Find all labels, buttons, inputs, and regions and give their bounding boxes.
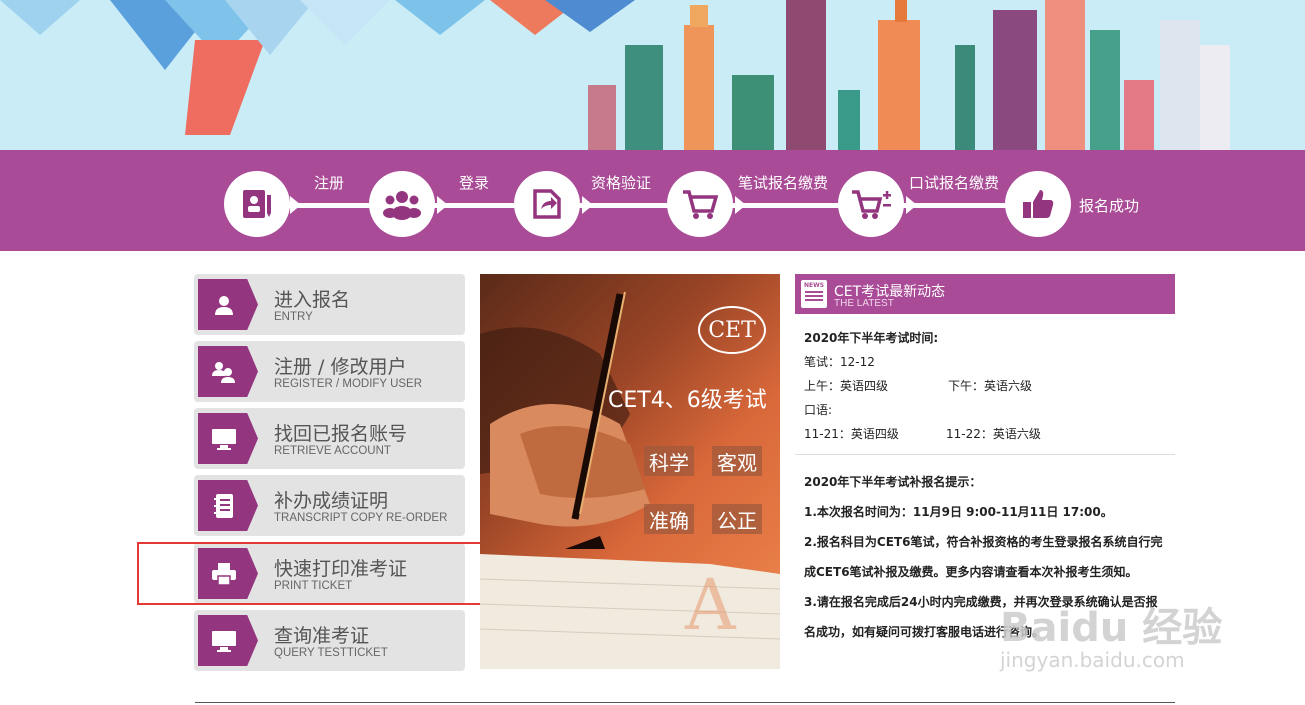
- step-arrow: [582, 196, 593, 214]
- svg-text:A: A: [684, 564, 737, 646]
- menu-subtitle: RETRIEVE ACCOUNT: [274, 445, 391, 457]
- step-arrow: [437, 196, 448, 214]
- menu-subtitle: TRANSCRIPT COPY RE-ORDER: [274, 512, 448, 524]
- step-label-success: 报名成功: [1079, 197, 1140, 215]
- news-item-2a: 2.报名科目为CET6笔试，符合补报资格的考生登录报名系统自行完: [804, 535, 1163, 549]
- step-label-oral-payment: 口试报名缴费: [909, 174, 1000, 192]
- step-label-login: 登录: [459, 174, 490, 192]
- news-oral-day2: 11-22：英语六级: [946, 427, 1041, 441]
- news-item-1: 1.本次报名时间为：11月9日 9:00-11月11日 17:00。: [804, 505, 1113, 519]
- step-label-verify: 资格验证: [591, 174, 652, 192]
- news-morning-exam: 上午：英语四级: [804, 379, 889, 393]
- news-divider: [795, 454, 1175, 455]
- news-exam-time-heading: 2020年下半年考试时间:: [804, 331, 939, 345]
- menu-subtitle: QUERY TESTTICKET: [274, 647, 388, 659]
- menu-title: 补办成绩证明: [274, 490, 389, 512]
- menu-title: 进入报名: [274, 289, 351, 311]
- news-written-date: 笔试：12-12: [804, 355, 875, 369]
- menu-transcript-button[interactable]: 补办成绩证明 TRANSCRIPT COPY RE-ORDER: [194, 475, 465, 536]
- registration-form-icon: [243, 190, 271, 218]
- news-item-2b: 成CET6笔试补报及缴费。更多内容请查看本次补报考生须知。: [804, 565, 1138, 579]
- menu-title: 找回已报名账号: [274, 423, 408, 445]
- promo-headline: CET4、6级考试: [608, 388, 767, 413]
- menu-title: 注册 / 修改用户: [274, 356, 407, 378]
- news-supplement-heading: 2020年下半年考试补报名提示：: [804, 475, 982, 489]
- newspaper-icon: NEWS: [801, 280, 827, 308]
- shopping-cart-icon: [683, 190, 719, 219]
- notebook-icon-box: [198, 480, 258, 531]
- baidu-watermark-logo: Baidu 经验: [1000, 605, 1223, 651]
- menu-retrieve-account-button[interactable]: 找回已报名账号 RETRIEVE ACCOUNT: [194, 408, 465, 469]
- menu-entry-button[interactable]: 进入报名 ENTRY: [194, 274, 465, 335]
- news-header: NEWS CET考试最新动态 THE LATEST: [795, 274, 1175, 314]
- user-icon: [215, 295, 233, 315]
- news-subtitle: THE LATEST: [834, 298, 894, 309]
- news-oral-label: 口语:: [804, 403, 833, 417]
- cet-logo: CET: [698, 306, 766, 354]
- step-arrow: [735, 196, 746, 214]
- step-oral-circle: [838, 171, 904, 237]
- promo-tag: 科学: [644, 446, 694, 476]
- monitor-icon: [212, 630, 236, 652]
- newspaper-icon-text: NEWS: [803, 282, 825, 289]
- users-icon-box: [198, 346, 258, 397]
- step-login-circle: [369, 171, 435, 237]
- cet-promo-image: A CET CET4、6级考试 科学 客观 准确 公正: [480, 274, 780, 669]
- menu-subtitle: ENTRY: [274, 311, 313, 323]
- skyline-illustration: [0, 0, 1230, 150]
- promo-tag: 准确: [644, 504, 694, 534]
- step-verify-circle: [514, 171, 580, 237]
- promo-tag: 客观: [712, 446, 762, 476]
- news-afternoon-exam: 下午：英语六级: [948, 379, 1033, 393]
- notebook-icon: [214, 493, 233, 518]
- menu-subtitle: REGISTER / MODIFY USER: [274, 378, 423, 390]
- menu-title: 查询准考证: [274, 625, 370, 647]
- monitor-icon-box: [198, 615, 258, 666]
- header-banner: [0, 0, 1305, 150]
- thumbs-up-icon: [1023, 190, 1054, 218]
- step-written-circle: [667, 171, 733, 237]
- user-icon-box: [198, 279, 258, 330]
- baidu-watermark-url: jingyan.baidu.com: [1000, 648, 1185, 672]
- users-icon: [212, 361, 235, 383]
- share-verify-icon: [533, 189, 561, 219]
- step-success-circle: [1005, 171, 1071, 237]
- users-group-icon: [383, 191, 421, 220]
- step-label-register: 注册: [314, 174, 345, 192]
- menu-register-button[interactable]: 注册 / 修改用户 REGISTER / MODIFY USER: [194, 341, 465, 402]
- monitor-icon: [212, 428, 236, 450]
- cart-plus-minus-icon: [852, 190, 891, 219]
- news-oral-day1: 11-21：英语四级: [804, 427, 899, 441]
- step-arrow: [906, 196, 917, 214]
- menu-query-ticket-button[interactable]: 查询准考证 QUERY TESTTICKET: [194, 610, 465, 671]
- promo-tag: 公正: [712, 504, 762, 534]
- step-arrow: [290, 196, 301, 214]
- step-register-circle: [224, 171, 290, 237]
- monitor-icon-box: [198, 413, 258, 464]
- footer-divider: [195, 702, 1175, 703]
- step-label-written-payment: 笔试报名缴费: [738, 174, 829, 192]
